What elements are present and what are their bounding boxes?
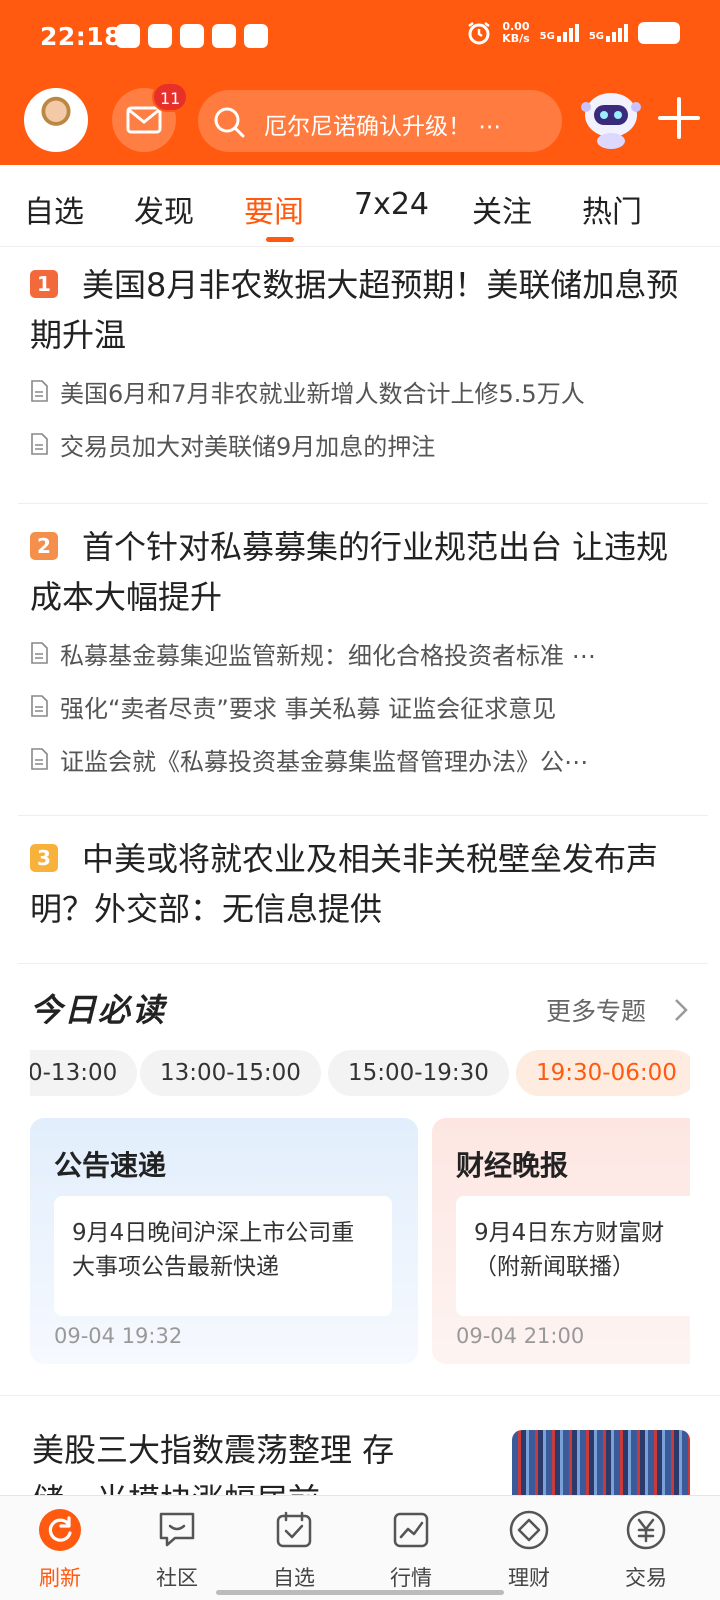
search-icon [214, 107, 245, 138]
document-icon [31, 695, 48, 717]
avatar[interactable] [24, 88, 88, 152]
news-headline[interactable]: 美国8月非农数据大超预期！美联储加息预期升温 [30, 260, 690, 360]
app-notification-icon [116, 24, 140, 48]
news-sub-item[interactable]: 交易员加大对美联储9月加息的押注 [30, 426, 690, 462]
news-headline[interactable]: 中美或将就农业及相关非关税壁垒发布声明？外交部：无信息提供 [30, 834, 690, 934]
tab-faxian[interactable]: 发现 [134, 187, 194, 231]
tab-yaowen[interactable]: 要闻 [244, 187, 304, 231]
header-row: 11 厄尔尼诺确认升级！ ⋯ [0, 82, 720, 155]
news-headline[interactable]: 首个针对私募募集的行业规范出台 让违规成本大幅提升 [30, 522, 690, 622]
nav-watchlist[interactable]: 自选 [234, 1496, 354, 1600]
document-icon [31, 433, 48, 455]
nav-label: 自选 [273, 1566, 315, 1590]
mail-badge: 11 [152, 82, 189, 112]
more-topics-link[interactable]: 更多专题 [546, 992, 688, 1028]
news-sub-text: 证监会就《私募投资基金募集监督管理办法》公⋯ [60, 747, 588, 776]
home-indicator[interactable] [216, 1590, 504, 1595]
app-notification-icon [244, 24, 268, 48]
watchlist-icon [276, 1511, 312, 1548]
evening-report-card[interactable]: 财经晚报 9月4日东方财富财 （附新闻联播） 09-04 21:00 [432, 1118, 696, 1364]
chevron-right-icon [675, 999, 688, 1021]
nav-market[interactable]: 行情 [351, 1496, 471, 1600]
alarm-icon [468, 22, 490, 45]
mail-icon [126, 106, 162, 134]
status-right: 0.00 KB/s 5G 5G [466, 20, 680, 46]
tab-remen[interactable]: 热门 [582, 187, 642, 231]
time-slot[interactable]: 13:00-15:00 [140, 1050, 321, 1096]
time-slot[interactable]: 0-13:00 [30, 1050, 138, 1096]
news-thumbnail[interactable] [512, 1430, 690, 1500]
announcement-card[interactable]: 公告速递 9月4日晚间沪深上市公司重大事项公告最新快递 09-04 19:32 [30, 1118, 418, 1364]
document-icon [31, 642, 48, 664]
net-speed: 0.00 KB/s [502, 21, 529, 45]
time-slot-active[interactable]: 19:30-06:00 [516, 1050, 690, 1096]
robot-assistant-icon[interactable] [578, 85, 644, 151]
card-title: 财经晚报 [456, 1149, 569, 1182]
net-speed-unit: KB/s [502, 32, 530, 45]
active-tab-indicator [266, 237, 294, 242]
news-sub-item[interactable]: 美国6月和7月非农就业新增人数合计上修5.5万人 [30, 373, 690, 409]
time-slot[interactable]: 15:00-19:30 [328, 1050, 509, 1096]
bottom-nav: 刷新 社区 自选 行情 理财 交易 [0, 1495, 720, 1600]
news-sub-text: 交易员加大对美联储9月加息的押注 [60, 432, 436, 461]
document-icon [31, 748, 48, 770]
app-header: 22:18 0.00 KB/s 5G 5G 11 厄尔尼诺确认升级！ ⋯ [0, 0, 720, 165]
divider [18, 963, 708, 964]
nav-label: 行情 [390, 1566, 432, 1590]
news-sub-text: 私募基金募集迎监管新规：细化合格投资者标准 ⋯ [60, 641, 596, 670]
news-sub-item[interactable]: 证监会就《私募投资基金募集监督管理办法》公⋯ [30, 741, 690, 777]
divider [18, 503, 708, 504]
card-title: 公告速递 [54, 1149, 167, 1182]
signal-5g-1: 5G [540, 24, 579, 42]
card-body: 9月4日东方财富财 （附新闻联播） [456, 1196, 696, 1316]
app-notification-icon [212, 24, 236, 48]
app-notification-icon [180, 24, 204, 48]
wealth-icon [509, 1510, 549, 1550]
more-topics-label: 更多专题 [546, 997, 647, 1026]
search-placeholder: 厄尔尼诺确认升级！ ⋯ [264, 114, 502, 140]
divider [0, 1395, 720, 1396]
card-time: 09-04 19:32 [54, 1324, 183, 1348]
signal-5g-2: 5G [589, 24, 628, 42]
tab-7x24[interactable]: 7x24 [354, 187, 429, 222]
signal-label: 5G [539, 31, 555, 42]
search-bar[interactable]: 厄尔尼诺确认升级！ ⋯ [198, 90, 562, 152]
nav-community[interactable]: 社区 [117, 1496, 237, 1600]
news-sub-text: 强化“卖者尽责”要求 事关私募 证监会征求意见 [60, 694, 557, 723]
status-bar: 22:18 0.00 KB/s 5G 5G [0, 0, 720, 80]
divider [18, 815, 708, 816]
document-icon [31, 380, 48, 402]
nav-refresh[interactable]: 刷新 [0, 1496, 120, 1600]
add-icon[interactable] [654, 93, 704, 143]
community-icon [159, 1512, 195, 1547]
app-notification-icon [148, 24, 172, 48]
news-headline[interactable]: 美股三大指数震荡整理 存储、光模块涨幅居前 [32, 1425, 452, 1495]
must-read-title: 今日必读 [30, 991, 167, 1029]
nav-label: 社区 [156, 1566, 198, 1590]
battery-icon [638, 22, 680, 44]
time-slot-tabs: 0-13:00 13:00-15:00 15:00-19:30 19:30-06… [30, 1050, 690, 1096]
tab-guanzhu[interactable]: 关注 [472, 187, 532, 231]
news-sub-item[interactable]: 私募基金募集迎监管新规：细化合格投资者标准 ⋯ [30, 635, 690, 671]
nav-label: 刷新 [39, 1566, 81, 1590]
nav-label: 理财 [508, 1566, 550, 1590]
nav-wealth[interactable]: 理财 [469, 1496, 589, 1600]
nav-trade[interactable]: 交易 [586, 1496, 706, 1600]
market-icon [393, 1512, 429, 1548]
card-body: 9月4日晚间沪深上市公司重大事项公告最新快递 [54, 1196, 392, 1316]
trade-icon [626, 1510, 666, 1550]
card-time: 09-04 21:00 [456, 1324, 585, 1348]
signal-label: 5G [588, 31, 604, 42]
news-sub-item[interactable]: 强化“卖者尽责”要求 事关私募 证监会征求意见 [30, 688, 690, 724]
tab-bar: 自选 发现 要闻 7x24 关注 热门 [0, 165, 720, 247]
notification-icons [116, 24, 268, 48]
nav-label: 交易 [625, 1566, 667, 1590]
refresh-icon [39, 1509, 81, 1551]
tab-zixuan[interactable]: 自选 [24, 187, 84, 231]
status-time: 22:18 [40, 22, 123, 51]
news-sub-text: 美国6月和7月非农就业新增人数合计上修5.5万人 [60, 379, 585, 408]
